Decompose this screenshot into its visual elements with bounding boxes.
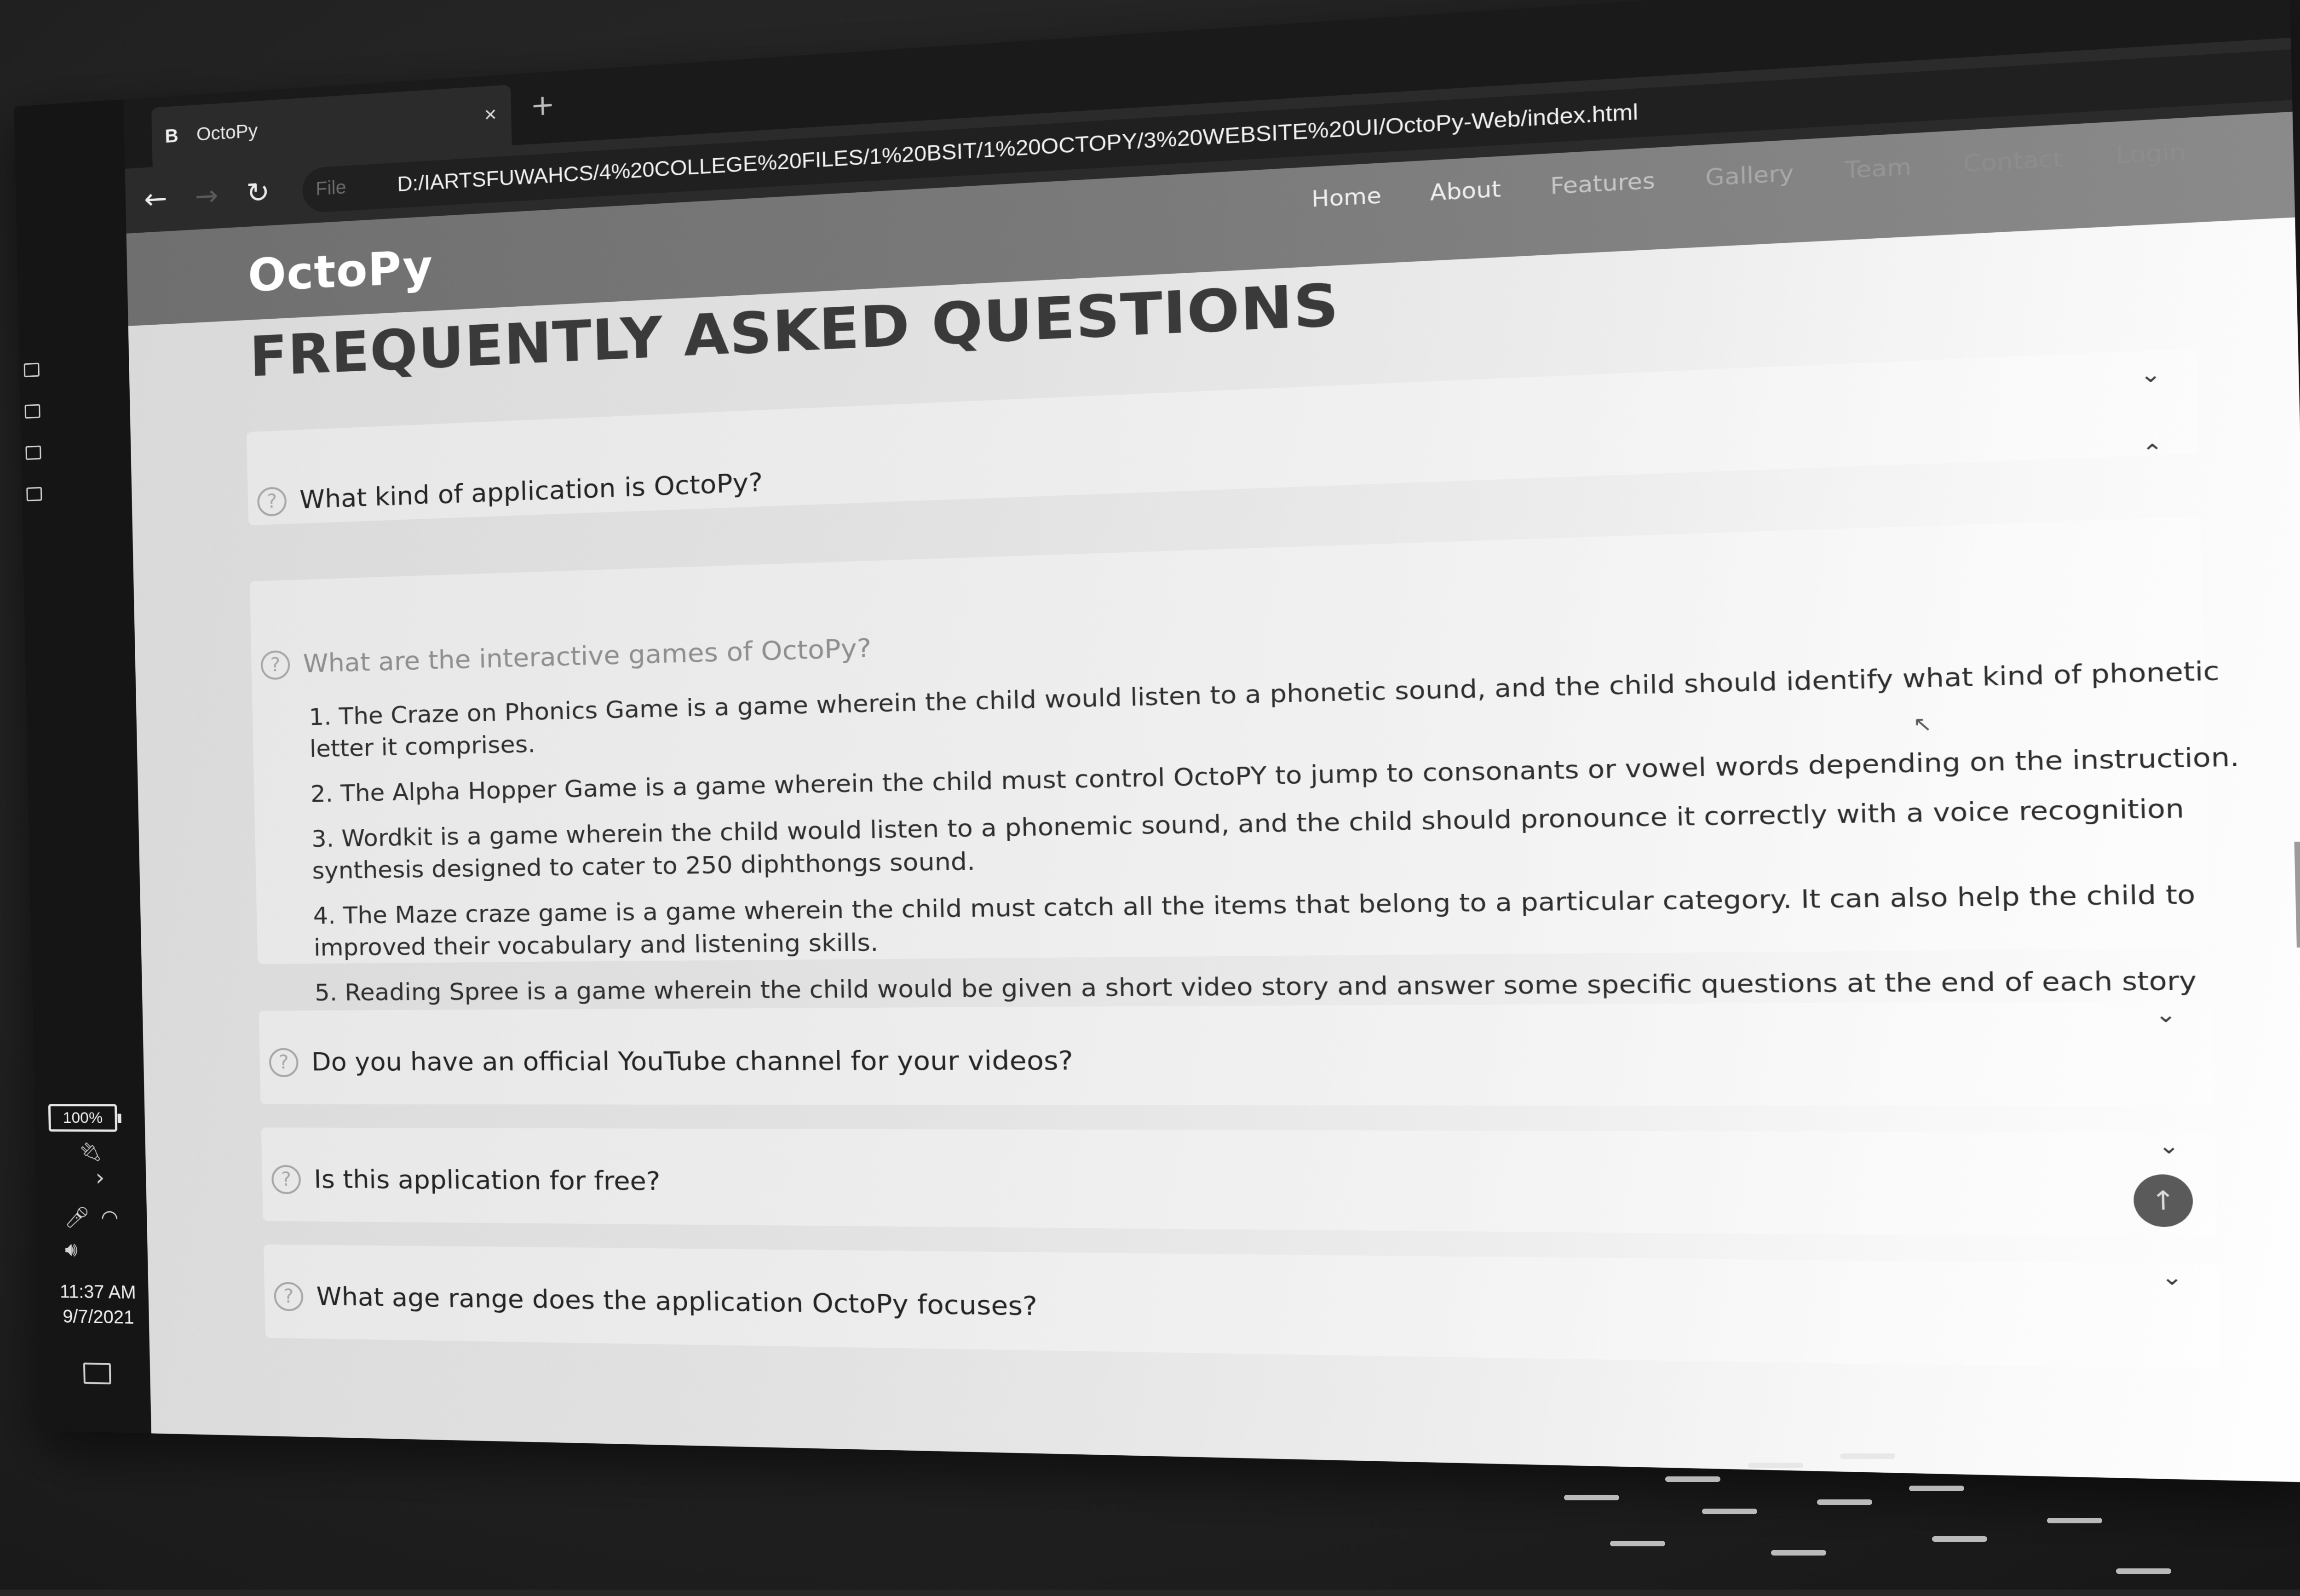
question-circle-icon: ? bbox=[269, 1048, 299, 1077]
faq-question[interactable]: What are the interactive games of OctoPy… bbox=[303, 633, 872, 678]
chevron-down-icon[interactable]: ⌄ bbox=[2155, 1001, 2177, 1028]
tab-close-icon[interactable]: × bbox=[484, 103, 497, 127]
keyboard-key bbox=[1564, 1495, 1619, 1500]
clock-date: 9/7/2021 bbox=[62, 1306, 134, 1328]
keyboard-key bbox=[1610, 1541, 1665, 1546]
keyboard-key bbox=[2116, 1568, 2171, 1574]
faq-question[interactable]: Do you have an official YouTube channel … bbox=[311, 1045, 1073, 1077]
nav-contact[interactable]: Contact bbox=[1963, 145, 2063, 177]
reload-icon[interactable]: ↻ bbox=[246, 176, 270, 210]
question-circle-icon: ? bbox=[260, 650, 290, 680]
faq-question[interactable]: What kind of application is OctoPy? bbox=[299, 467, 763, 515]
keyboard-key bbox=[1702, 1509, 1757, 1514]
faq-question[interactable]: What age range does the application Octo… bbox=[316, 1281, 1038, 1321]
volume-icon[interactable]: 🔊︎ bbox=[65, 1238, 78, 1261]
faq-item[interactable]: ⌄ ? What age range does the application … bbox=[264, 1244, 2221, 1370]
site-info-label[interactable]: File bbox=[316, 177, 346, 200]
tab-favicon-icon: B bbox=[165, 126, 179, 147]
wifi-icon[interactable]: ◠ bbox=[101, 1206, 119, 1229]
mouse-cursor-icon: ↖ bbox=[1912, 712, 1932, 737]
answer-line: 4. The Maze craze game is a game wherein… bbox=[313, 879, 2196, 961]
site-logo[interactable]: OctoPy bbox=[247, 240, 434, 303]
taskbar-app-icon[interactable] bbox=[24, 404, 40, 419]
keyboard-key bbox=[1771, 1550, 1826, 1556]
taskbar-app-icon[interactable] bbox=[25, 445, 41, 460]
tab-title: OctoPy bbox=[196, 121, 258, 145]
faq-item[interactable]: ⌄ ? Do you have an official YouTube chan… bbox=[259, 1001, 2214, 1107]
faq-answer: 1. The Craze on Phonics Game is a game w… bbox=[309, 652, 2284, 1022]
keyboard-key bbox=[1665, 1476, 1720, 1482]
taskbar-app-icon[interactable] bbox=[26, 487, 42, 501]
nav-home[interactable]: Home bbox=[1311, 183, 1382, 212]
nav-about[interactable]: About bbox=[1430, 177, 1501, 206]
charging-icon: 🔌︎ bbox=[78, 1141, 103, 1163]
battery-indicator[interactable]: 100% bbox=[48, 1104, 118, 1132]
laptop-screen: 100% 🔌︎ › 🎤︎ ◠ 🔊︎ 11:37 AM 9/7/2021 B Oc… bbox=[14, 0, 2300, 1483]
keyboard-key bbox=[1817, 1499, 1872, 1505]
system-clock[interactable]: 11:37 AM 9/7/2021 bbox=[52, 1279, 145, 1330]
back-arrow-icon[interactable]: ← bbox=[144, 182, 167, 216]
keyboard-key bbox=[2047, 1518, 2102, 1523]
microphone-icon[interactable]: 🎤︎ bbox=[64, 1206, 90, 1230]
question-circle-icon: ? bbox=[274, 1281, 304, 1311]
nav-team[interactable]: Team bbox=[1845, 154, 1912, 184]
chevron-up-icon[interactable]: ⌃ bbox=[2141, 439, 2164, 467]
browser-window: B OctoPy × + ← → ↻ File D:/IARTSFUWAHCS/… bbox=[123, 0, 2300, 1483]
nav-gallery[interactable]: Gallery bbox=[1705, 161, 1794, 191]
faq-question[interactable]: Is this application for free? bbox=[314, 1164, 661, 1196]
web-page: OctoPy Home About Features Gallery Team … bbox=[126, 111, 2300, 1483]
chevron-down-icon[interactable]: ⌄ bbox=[2157, 1132, 2180, 1159]
keyboard-key bbox=[1748, 1463, 1803, 1468]
clock-time: 11:37 AM bbox=[59, 1281, 137, 1303]
page-scrollbar[interactable] bbox=[2294, 841, 2300, 948]
keyboard-key bbox=[1840, 1453, 1895, 1459]
new-tab-icon[interactable]: + bbox=[530, 88, 555, 123]
keyboard-key bbox=[1932, 1536, 1987, 1542]
show-hidden-icons-chevron-icon[interactable]: › bbox=[95, 1164, 105, 1191]
faq-item[interactable]: ⌄ ? Is this application for free? bbox=[261, 1127, 2218, 1238]
keyboard-backlight bbox=[1104, 1449, 2300, 1596]
nav-login[interactable]: Login bbox=[2116, 139, 2186, 169]
chevron-down-icon[interactable]: ⌄ bbox=[2139, 361, 2162, 388]
photo-scene: 100% 🔌︎ › 🎤︎ ◠ 🔊︎ 11:37 AM 9/7/2021 B Oc… bbox=[0, 0, 2300, 1590]
question-circle-icon: ? bbox=[271, 1165, 301, 1194]
nav-features[interactable]: Features bbox=[1550, 168, 1656, 200]
keyboard-key bbox=[1909, 1486, 1964, 1491]
question-circle-icon: ? bbox=[257, 486, 287, 517]
taskbar-app-icon[interactable] bbox=[23, 362, 40, 378]
forward-arrow-icon[interactable]: → bbox=[195, 179, 218, 213]
notification-center-icon[interactable] bbox=[83, 1362, 111, 1384]
chevron-down-icon[interactable]: ⌄ bbox=[2161, 1263, 2183, 1291]
